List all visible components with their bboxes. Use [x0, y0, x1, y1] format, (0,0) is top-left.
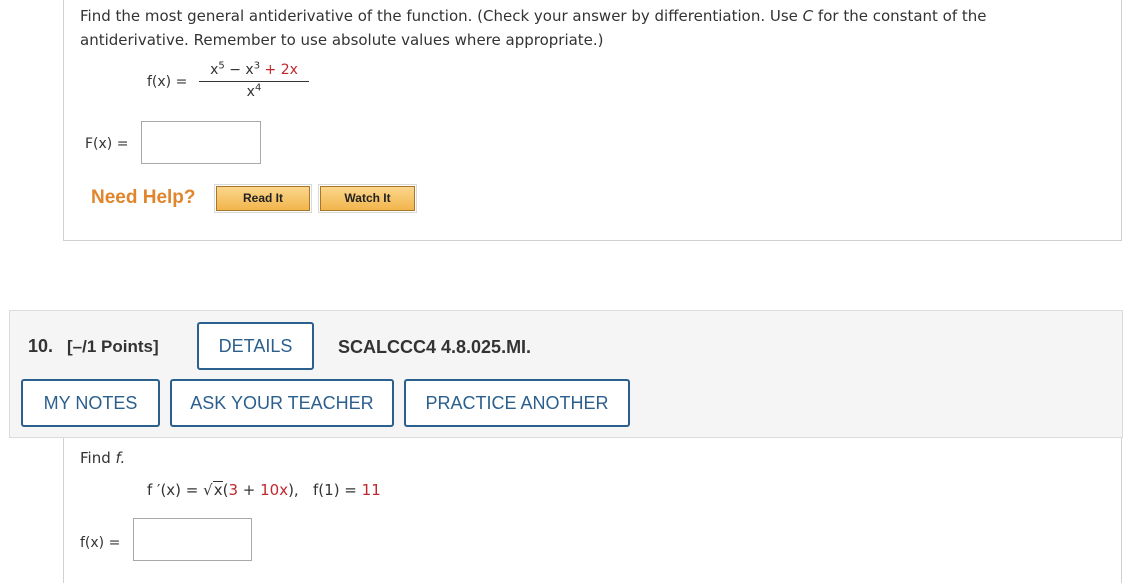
details-button[interactable]: DETAILS [197, 322, 314, 370]
need-help-label: Need Help? [91, 187, 196, 208]
find-instruction: Find f. [80, 449, 126, 467]
function-answer-input[interactable] [133, 518, 252, 561]
question-number: 10. [28, 336, 54, 356]
my-notes-button[interactable]: MY NOTES [21, 379, 160, 427]
question-9-prompt: Find the most general antiderivative of … [80, 7, 987, 49]
antiderivative-label: F(x) = [85, 136, 129, 152]
function-answer-label: f(x) = [80, 535, 121, 551]
derivative-equation: f ′(x) = √x(3 + 10x), f(1) = 11 [147, 481, 381, 499]
question-code: SCALCCC4 4.8.025.MI. [338, 337, 532, 357]
function-lhs: f(x) = [147, 74, 188, 90]
fraction-denominator: x4 [246, 82, 262, 100]
question-points: [–/1 Points] [67, 337, 159, 356]
antiderivative-input[interactable] [141, 121, 261, 164]
initial-value: 11 [361, 481, 381, 499]
practice-another-button[interactable]: PRACTICE ANOTHER [404, 379, 630, 427]
watch-it-button[interactable]: Watch It [318, 184, 417, 213]
ask-your-teacher-button[interactable]: ASK YOUR TEACHER [170, 379, 394, 427]
fraction-numerator: x5 − x3 + 2x [199, 61, 309, 82]
sqrt-symbol: √ [203, 481, 213, 499]
read-it-button[interactable]: Read It [214, 184, 312, 213]
question-10-body [63, 438, 1122, 583]
function-fraction: x5 − x3 + 2x x4 [199, 61, 309, 100]
